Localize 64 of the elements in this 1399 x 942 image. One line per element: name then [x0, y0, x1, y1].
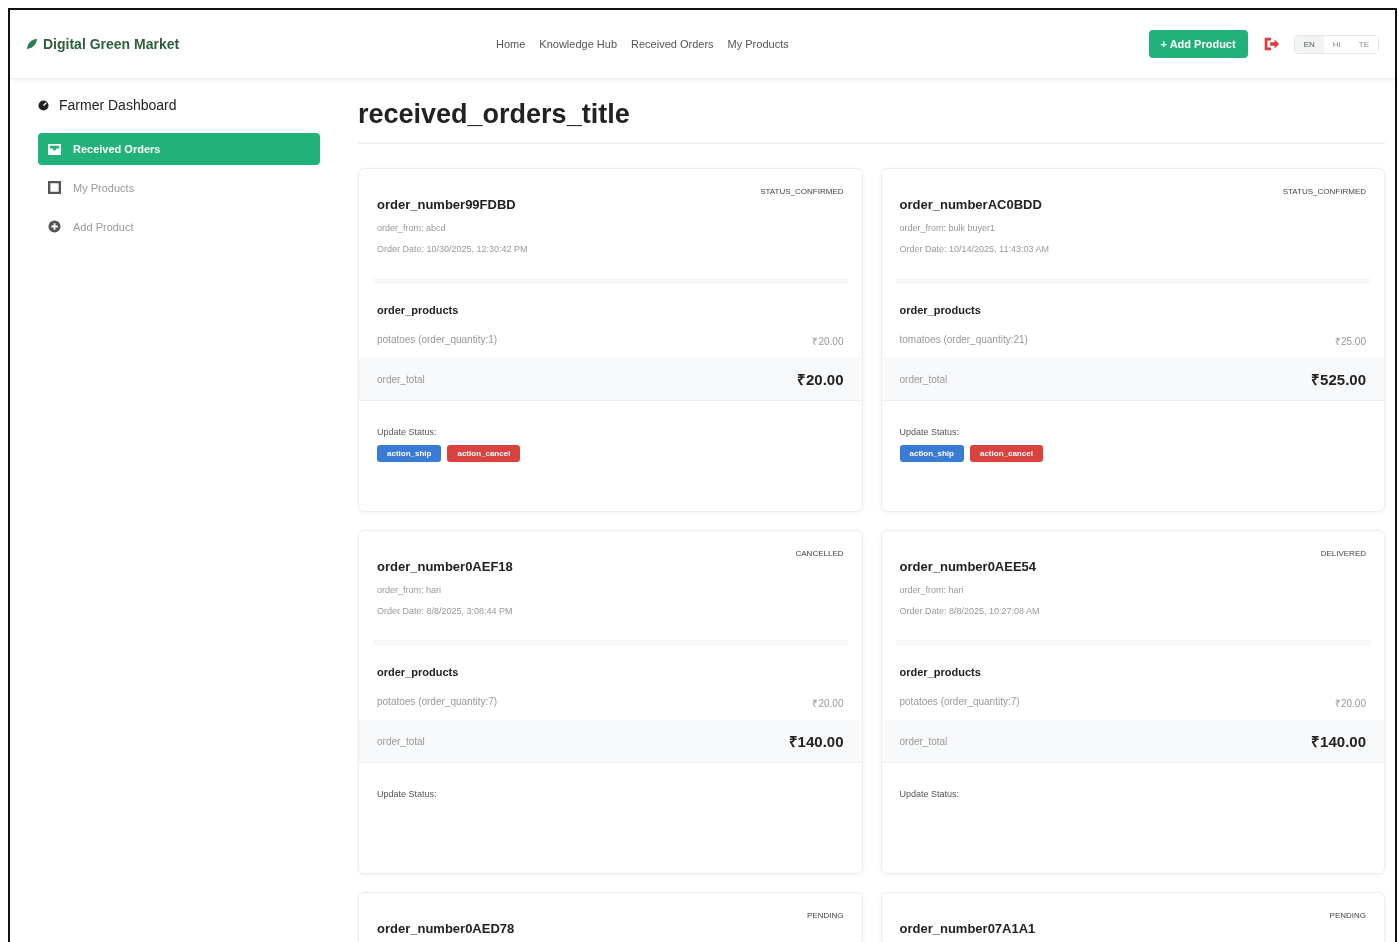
- plus-circle-icon: [48, 220, 61, 233]
- order-date: Order Date: 8/8/2025, 10:27:08 AM: [899, 606, 1041, 616]
- nav-link[interactable]: Received Orders: [631, 38, 714, 50]
- update-status-label: Update Status:: [377, 789, 438, 799]
- products-heading: order_products: [899, 666, 982, 678]
- product-line: potatoes (order_quantity:7): [377, 696, 498, 709]
- status-label: DELIVERED: [1320, 549, 1366, 558]
- total-label: order_total: [377, 373, 425, 385]
- ship-button[interactable]: action_ship: [377, 445, 442, 462]
- status-label: CANCELLED: [795, 549, 844, 558]
- order-from: order_from: hari: [377, 585, 443, 595]
- order-date: Order Date: 10/30/2025, 12:30:42 PM: [377, 244, 529, 254]
- products-heading: order_products: [377, 304, 460, 316]
- product-line: potatoes (order_quantity:7): [899, 696, 1020, 709]
- total-amount: ₹20.00: [796, 370, 844, 389]
- total-amount: ₹140.00: [1311, 732, 1366, 751]
- status-label: STATUS_CONFIRMED: [1282, 187, 1366, 196]
- product-line: tomatoes (order_quantity:21): [899, 334, 1028, 347]
- leaf-icon: [26, 38, 38, 50]
- total-amount: ₹140.00: [788, 732, 844, 751]
- status-label: STATUS_CONFIRMED: [760, 187, 844, 196]
- update-status-label: Update Status:: [899, 427, 961, 437]
- page-title: received_orders_title: [358, 99, 1385, 144]
- product-price: ₹25.00: [1334, 335, 1366, 348]
- inbox-icon: [48, 143, 61, 155]
- order-date: Order Date: 10/14/2025, 11:43:03 AM: [899, 244, 1050, 254]
- total-amount: ₹525.00: [1311, 370, 1366, 389]
- order-number: order_number0AED78: [377, 921, 515, 936]
- products-heading: order_products: [377, 666, 460, 678]
- nav-link[interactable]: Home: [496, 38, 526, 50]
- ship-button[interactable]: action_ship: [899, 445, 964, 462]
- status-label: PENDING: [1329, 911, 1366, 920]
- nav-link[interactable]: My Products: [727, 38, 789, 50]
- add-product-button[interactable]: + Add Product: [1148, 30, 1248, 58]
- order-number: order_number0AEF18: [377, 559, 513, 574]
- product-line: potatoes (order_quantity:1): [377, 334, 498, 347]
- sidebar-item[interactable]: My Products: [38, 171, 320, 204]
- product-price: ₹20.00: [812, 697, 844, 710]
- order-number: order_numberAC0BDD: [899, 197, 1042, 212]
- dashboard-icon: [38, 99, 49, 111]
- sidebar-item[interactable]: Received Orders: [38, 133, 320, 165]
- order-date: Order Date: 8/8/2025, 3:08:44 PM: [377, 606, 514, 616]
- order-from: order_from: abcd: [377, 223, 447, 233]
- update-status-label: Update Status:: [899, 789, 961, 799]
- total-label: order_total: [377, 735, 425, 747]
- brand-name[interactable]: Digital Green Market: [43, 36, 180, 52]
- product-price: ₹20.00: [1334, 697, 1366, 710]
- products-heading: order_products: [899, 304, 982, 316]
- cancel-button[interactable]: action_cancel: [447, 445, 521, 462]
- order-number: order_number99FDBD: [377, 197, 516, 212]
- status-label: PENDING: [807, 911, 844, 920]
- cancel-button[interactable]: action_cancel: [969, 445, 1043, 462]
- total-label: order_total: [899, 373, 948, 385]
- nav-link[interactable]: Knowledge Hub: [539, 38, 617, 50]
- language-button[interactable]: EN: [1294, 35, 1324, 53]
- order-number: order_number0AEE54: [899, 559, 1037, 574]
- update-status-label: Update Status:: [377, 427, 438, 437]
- sidebar-title: Farmer Dashboard: [59, 97, 177, 113]
- total-label: order_total: [899, 735, 948, 747]
- order-from: order_from: bulk buyer1: [899, 223, 997, 233]
- order-from: order_from: hari: [899, 585, 965, 595]
- sidebar-item[interactable]: Add Product: [38, 210, 320, 243]
- product-price: ₹20.00: [812, 335, 844, 348]
- order-number: order_number07A1A1: [899, 921, 1036, 936]
